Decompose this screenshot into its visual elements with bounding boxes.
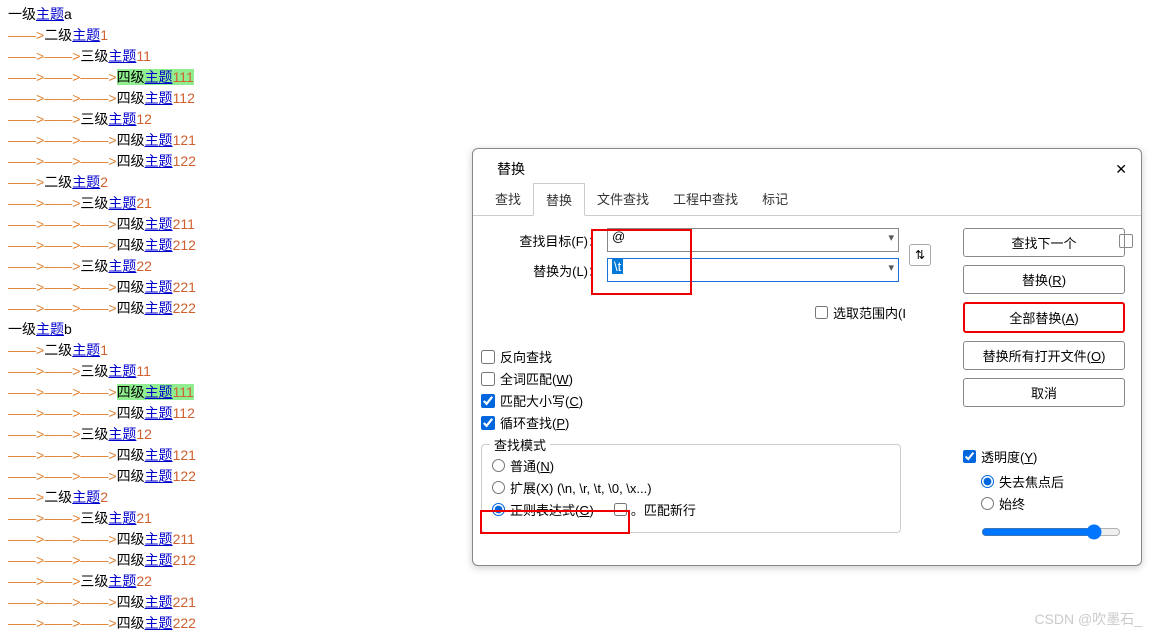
replace-input[interactable]: \t ▾ xyxy=(607,258,899,282)
chevron-down-icon[interactable]: ▾ xyxy=(888,261,894,274)
editor-line[interactable]: ——>——>——>四级主题221 xyxy=(8,592,1144,613)
dialog-tabs: 查找替换文件查找工程中查找标记 xyxy=(473,183,1141,216)
replace-dialog: 替换 ✕ 查找替换文件查找工程中查找标记 查找目标(F)： @ ▾ 替换为(L)… xyxy=(472,148,1142,566)
transparency-slider[interactable] xyxy=(981,524,1121,540)
replace-button[interactable]: 替换(R) xyxy=(963,265,1125,294)
find-value: @ xyxy=(612,229,625,244)
cancel-button[interactable]: 取消 xyxy=(963,378,1125,407)
tab-查找[interactable]: 查找 xyxy=(483,183,533,215)
replace-all-button[interactable]: 全部替换(A) xyxy=(963,302,1125,333)
editor-line[interactable]: ——>二级主题1 xyxy=(8,25,1144,46)
find-label: 查找目标(F)： xyxy=(489,231,601,250)
tab-标记[interactable]: 标记 xyxy=(750,183,800,215)
tab-工程中查找[interactable]: 工程中查找 xyxy=(661,183,750,215)
dialog-title: 替换 xyxy=(497,159,525,179)
wrap-checkbox[interactable]: 循环查找(P) xyxy=(481,413,583,432)
transparency-group: 透明度(Y) 失去焦点后 始终 xyxy=(963,444,1125,543)
replace-label: 替换为(L)： xyxy=(489,261,601,280)
find-next-button[interactable]: 查找下一个 xyxy=(963,228,1125,257)
trans-always-radio[interactable]: 始终 xyxy=(981,494,1125,513)
match-case-checkbox[interactable]: 匹配大小写(C) xyxy=(481,391,583,410)
mode-extended-radio[interactable]: 扩展(X) (\n, \r, \t, \0, \x...) xyxy=(492,478,890,497)
pin-checkbox[interactable] xyxy=(1119,234,1133,248)
search-mode-fieldset: 查找模式 普通(N) 扩展(X) (\n, \r, \t, \0, \x...)… xyxy=(481,444,901,533)
editor-line[interactable]: 一级主题a xyxy=(8,4,1144,25)
find-input[interactable]: @ ▾ xyxy=(607,228,899,252)
tab-替换[interactable]: 替换 xyxy=(533,183,585,216)
mode-regex-radio[interactable]: 正则表达式(G) 。匹配新行 xyxy=(492,500,890,519)
replace-all-open-button[interactable]: 替换所有打开文件(O) xyxy=(963,341,1125,370)
editor-line[interactable]: ——>——>三级主题22 xyxy=(8,571,1144,592)
editor-line[interactable]: ——>——>三级主题11 xyxy=(8,46,1144,67)
editor-line[interactable]: ——>——>——>四级主题112 xyxy=(8,88,1144,109)
search-options: 反向查找 全词匹配(W) 匹配大小写(C) 循环查找(P) xyxy=(481,344,583,435)
editor-line[interactable]: ——>——>——>四级主题222 xyxy=(8,613,1144,634)
backward-checkbox[interactable]: 反向查找 xyxy=(481,347,583,366)
chevron-down-icon[interactable]: ▾ xyxy=(888,231,894,244)
editor-line[interactable]: ——>——>——>四级主题111 xyxy=(8,67,1144,88)
close-icon[interactable]: ✕ xyxy=(1115,161,1127,178)
editor-line[interactable]: ——>——>三级主题12 xyxy=(8,109,1144,130)
swap-button[interactable]: ⇅ xyxy=(909,244,931,266)
whole-word-checkbox[interactable]: 全词匹配(W) xyxy=(481,369,583,388)
dot-newline-checkbox[interactable]: 。匹配新行 xyxy=(614,500,696,519)
search-mode-legend: 查找模式 xyxy=(490,435,550,454)
replace-value: \t xyxy=(612,259,623,274)
in-selection-checkbox[interactable]: 选取范围内(I xyxy=(815,303,906,322)
trans-lose-focus-radio[interactable]: 失去焦点后 xyxy=(981,472,1125,491)
tab-文件查找[interactable]: 文件查找 xyxy=(585,183,661,215)
mode-normal-radio[interactable]: 普通(N) xyxy=(492,456,890,475)
watermark: CSDN @吹墨石_ xyxy=(1034,609,1142,629)
transparency-checkbox[interactable]: 透明度(Y) xyxy=(963,447,1125,466)
